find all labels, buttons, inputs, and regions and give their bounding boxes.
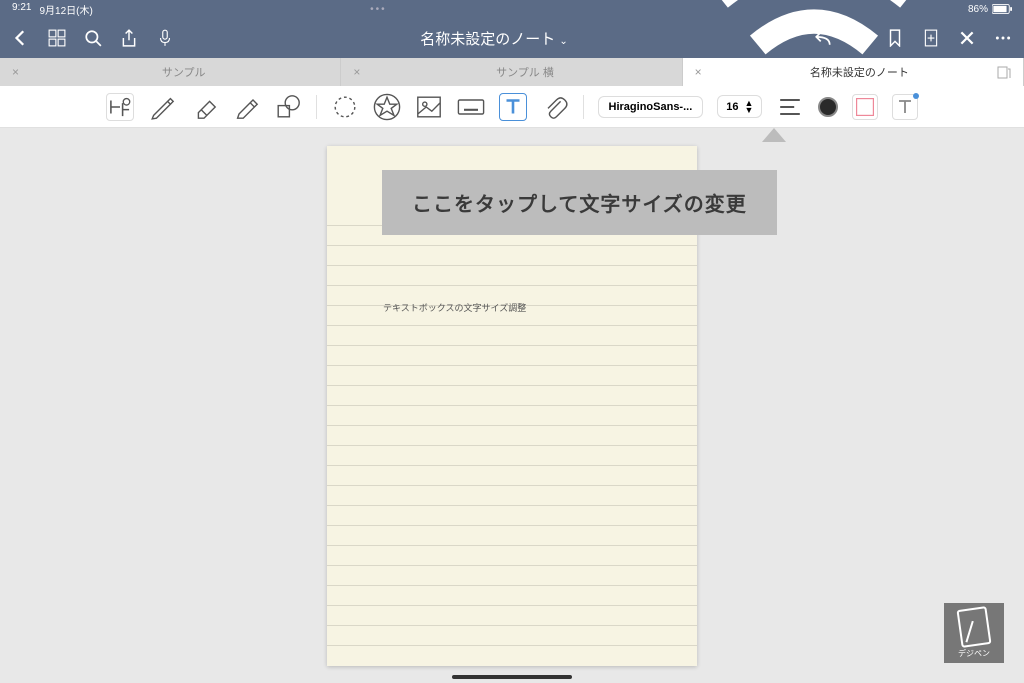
text-style-toggle-icon[interactable] — [892, 94, 918, 120]
align-icon[interactable] — [776, 93, 804, 121]
stamp-icon[interactable] — [373, 93, 401, 121]
font-selector[interactable]: HiraginoSans-... — [598, 96, 704, 118]
mic-icon[interactable] — [156, 29, 174, 47]
text-color-picker[interactable] — [818, 97, 838, 117]
search-icon[interactable] — [84, 29, 102, 47]
zoom-tool-icon[interactable] — [106, 93, 134, 121]
attachment-icon[interactable] — [541, 93, 569, 121]
back-icon[interactable] — [12, 29, 30, 47]
tab-close-icon[interactable]: × — [12, 65, 19, 79]
bookmark-icon[interactable] — [886, 29, 904, 47]
battery-icon — [992, 4, 1012, 14]
pen-icon[interactable] — [148, 93, 176, 121]
document-title[interactable]: 名称未設定のノート ⌄ — [192, 28, 796, 49]
text-tool-icon[interactable] — [499, 93, 527, 121]
add-page-icon[interactable] — [922, 29, 940, 47]
highlighter-icon[interactable] — [232, 93, 260, 121]
lasso-icon[interactable] — [331, 93, 359, 121]
tab-close-icon[interactable]: × — [353, 65, 360, 79]
annotation-callout: ここをタップして文字サイズの変更 — [382, 170, 777, 235]
tablet-icon — [957, 606, 992, 648]
brand-label: デジペン — [958, 648, 990, 659]
keyboard-icon[interactable] — [457, 93, 485, 121]
toolbar: HiraginoSans-... 16▲▼ — [0, 86, 1024, 128]
tab-options-icon[interactable] — [997, 65, 1011, 79]
tab-untitled[interactable]: ×名称未設定のノート — [683, 58, 1024, 86]
tab-bar: ×サンプル ×サンプル 横 ×名称未設定のノート — [0, 58, 1024, 86]
brand-logo: デジペン — [944, 603, 1004, 663]
shapes-icon[interactable] — [274, 93, 302, 121]
tab-close-icon[interactable]: × — [695, 65, 702, 79]
status-bar: 9:21 9月12日(木) ••• 86% — [0, 0, 1024, 18]
redo-icon[interactable] — [850, 29, 868, 47]
image-icon[interactable] — [415, 93, 443, 121]
home-indicator[interactable] — [452, 675, 572, 679]
paper-lines — [327, 206, 697, 666]
close-icon[interactable] — [958, 29, 976, 47]
multitask-dots[interactable]: ••• — [93, 4, 664, 15]
more-icon[interactable] — [994, 29, 1012, 47]
undo-icon[interactable] — [814, 29, 832, 47]
eraser-icon[interactable] — [190, 93, 218, 121]
tab-sample[interactable]: ×サンプル — [0, 58, 341, 86]
share-icon[interactable] — [120, 29, 138, 47]
font-size-selector[interactable]: 16▲▼ — [717, 95, 762, 118]
toolbar-separator — [583, 95, 584, 119]
status-date: 9月12日(木) — [39, 2, 92, 17]
tab-sample-wide[interactable]: ×サンプル 横 — [341, 58, 682, 86]
textbox-content[interactable]: テキストボックスの文字サイズ調整 — [383, 301, 526, 314]
battery-percent: 86% — [968, 4, 988, 15]
grid-icon[interactable] — [48, 29, 66, 47]
stepper-icon: ▲▼ — [745, 100, 754, 113]
toolbar-separator — [316, 95, 317, 119]
callout-arrow — [762, 128, 786, 142]
box-toggle-icon[interactable] — [852, 94, 878, 120]
status-time: 9:21 — [12, 2, 31, 17]
